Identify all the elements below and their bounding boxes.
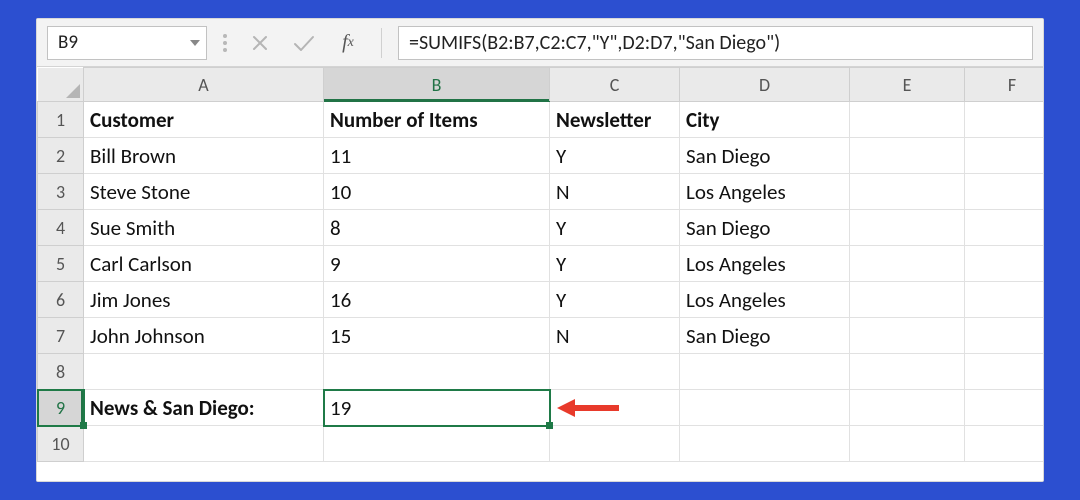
cell-D7[interactable]: San Diego <box>680 318 850 354</box>
cell-A6[interactable]: Jim Jones <box>84 282 324 318</box>
cell-E2[interactable] <box>850 138 965 174</box>
cell-C6[interactable]: Y <box>550 282 680 318</box>
formula-text: =SUMIFS(B2:B7,C2:C7,"Y",D2:D7,"San Diego… <box>409 31 780 55</box>
cell-D4[interactable]: San Diego <box>680 210 850 246</box>
cell-A5[interactable]: Carl Carlson <box>84 246 324 282</box>
cell-A4[interactable]: Sue Smith <box>84 210 324 246</box>
separator <box>381 28 382 58</box>
cell-F4[interactable] <box>965 210 1044 246</box>
cell-B1[interactable]: Number of Items <box>324 102 550 138</box>
cell-C3[interactable]: N <box>550 174 680 210</box>
cell-D1[interactable]: City <box>680 102 850 138</box>
cell-D6[interactable]: Los Angeles <box>680 282 850 318</box>
cell-C4[interactable]: Y <box>550 210 680 246</box>
formula-bar: B9 fx =SUMIFS(B2:B7,C2:C7,"Y",D2:D7,"San… <box>37 19 1043 67</box>
cell-A7[interactable]: John Johnson <box>84 318 324 354</box>
cell-B6[interactable]: 16 <box>324 282 550 318</box>
cell-B8[interactable] <box>324 354 550 390</box>
name-box-value: B9 <box>58 31 78 54</box>
spreadsheet-window: B9 fx =SUMIFS(B2:B7,C2:C7,"Y",D2:D7,"San… <box>36 18 1044 482</box>
row-header-6[interactable]: 6 <box>38 282 84 318</box>
col-header-E[interactable]: E <box>850 68 965 102</box>
col-header-D[interactable]: D <box>680 68 850 102</box>
row-header-5[interactable]: 5 <box>38 246 84 282</box>
cell-E1[interactable] <box>850 102 965 138</box>
cell-C8[interactable] <box>550 354 680 390</box>
cell-D2[interactable]: San Diego <box>680 138 850 174</box>
cell-C9[interactable] <box>550 390 680 426</box>
row-header-9[interactable]: 9 <box>38 390 84 426</box>
cell-E7[interactable] <box>850 318 965 354</box>
cell-D10[interactable] <box>680 426 850 462</box>
cell-C1[interactable]: Newsletter <box>550 102 680 138</box>
grip-icon <box>223 34 227 52</box>
cell-C10[interactable] <box>550 426 680 462</box>
cell-E6[interactable] <box>850 282 965 318</box>
cell-F8[interactable] <box>965 354 1044 390</box>
cell-A9[interactable]: News & San Diego: <box>84 390 324 426</box>
col-header-F[interactable]: F <box>965 68 1044 102</box>
cell-A8[interactable] <box>84 354 324 390</box>
cell-F9[interactable] <box>965 390 1044 426</box>
cell-C2[interactable]: Y <box>550 138 680 174</box>
cell-F3[interactable] <box>965 174 1044 210</box>
cell-B5[interactable]: 9 <box>324 246 550 282</box>
select-all-corner[interactable] <box>38 68 84 102</box>
formula-input[interactable]: =SUMIFS(B2:B7,C2:C7,"Y",D2:D7,"San Diego… <box>398 26 1033 60</box>
cell-B7[interactable]: 15 <box>324 318 550 354</box>
chevron-down-icon[interactable] <box>190 40 200 46</box>
cell-F5[interactable] <box>965 246 1044 282</box>
cell-B2[interactable]: 11 <box>324 138 550 174</box>
enter-icon[interactable] <box>287 28 321 58</box>
cell-F10[interactable] <box>965 426 1044 462</box>
cell-D9[interactable] <box>680 390 850 426</box>
cell-E8[interactable] <box>850 354 965 390</box>
row-header-8[interactable]: 8 <box>38 354 84 390</box>
name-box[interactable]: B9 <box>47 26 207 60</box>
cell-B10[interactable] <box>324 426 550 462</box>
cell-B4[interactable]: 8 <box>324 210 550 246</box>
cell-A1[interactable]: Customer <box>84 102 324 138</box>
cell-E10[interactable] <box>850 426 965 462</box>
col-header-B[interactable]: B <box>324 68 550 102</box>
cell-A2[interactable]: Bill Brown <box>84 138 324 174</box>
cell-F1[interactable] <box>965 102 1044 138</box>
cell-F2[interactable] <box>965 138 1044 174</box>
insert-function-icon[interactable]: fx <box>331 28 365 58</box>
cell-D8[interactable] <box>680 354 850 390</box>
row-header-2[interactable]: 2 <box>38 138 84 174</box>
cell-F6[interactable] <box>965 282 1044 318</box>
cell-B9[interactable]: 19 <box>324 390 550 426</box>
cancel-icon[interactable] <box>243 28 277 58</box>
cell-F7[interactable] <box>965 318 1044 354</box>
cell-value: 19 <box>330 395 351 421</box>
cell-D3[interactable]: Los Angeles <box>680 174 850 210</box>
cell-B3[interactable]: 10 <box>324 174 550 210</box>
row-header-3[interactable]: 3 <box>38 174 84 210</box>
cell-E5[interactable] <box>850 246 965 282</box>
cell-E9[interactable] <box>850 390 965 426</box>
col-header-A[interactable]: A <box>84 68 324 102</box>
cell-C7[interactable]: N <box>550 318 680 354</box>
cell-D5[interactable]: Los Angeles <box>680 246 850 282</box>
cell-A3[interactable]: Steve Stone <box>84 174 324 210</box>
cell-E4[interactable] <box>850 210 965 246</box>
row-header-7[interactable]: 7 <box>38 318 84 354</box>
cell-A10[interactable] <box>84 426 324 462</box>
row-header-4[interactable]: 4 <box>38 210 84 246</box>
row-header-10[interactable]: 10 <box>38 426 84 462</box>
cell-E3[interactable] <box>850 174 965 210</box>
spreadsheet-grid[interactable]: A B C D E F 1 Customer Number of Items N… <box>37 67 1043 481</box>
row-header-1[interactable]: 1 <box>38 102 84 138</box>
cell-C5[interactable]: Y <box>550 246 680 282</box>
col-header-C[interactable]: C <box>550 68 680 102</box>
